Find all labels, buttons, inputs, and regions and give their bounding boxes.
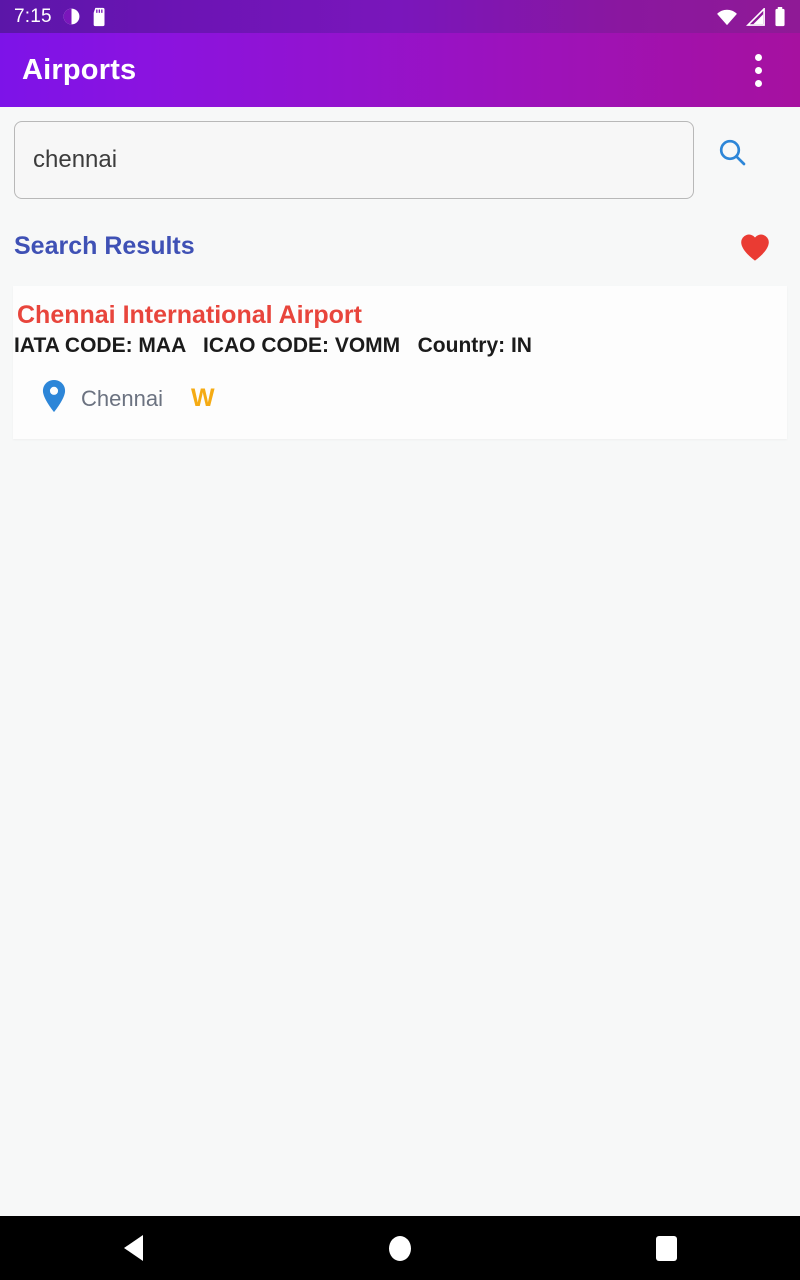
sd-card-icon <box>93 7 105 26</box>
airport-city: Chennai <box>81 385 163 411</box>
airport-result-card[interactable]: Chennai International Airport IATA CODE:… <box>13 286 787 439</box>
status-bar-clock: 7:15 <box>14 5 52 27</box>
home-circle-icon <box>388 1235 411 1261</box>
airport-codes: IATA CODE: MAA ICAO CODE: VOMM Country: … <box>14 334 532 357</box>
results-header: Search Results <box>0 222 800 270</box>
cellular-signal-icon <box>746 7 765 26</box>
search-icon <box>719 139 746 166</box>
page-title: Airports <box>22 53 137 86</box>
status-bar-right <box>716 6 786 27</box>
location-pin-icon[interactable] <box>41 380 67 417</box>
search-results-list: Chennai International Airport IATA CODE:… <box>0 286 800 439</box>
recents-square-icon <box>656 1235 678 1261</box>
search-input[interactable] <box>14 121 694 199</box>
results-title: Search Results <box>14 231 195 260</box>
back-triangle-icon <box>123 1235 143 1261</box>
battery-icon <box>775 6 785 26</box>
android-navigation-bar <box>0 1216 800 1280</box>
wifi-icon <box>717 9 737 25</box>
overflow-dot <box>754 66 762 74</box>
overflow-menu-button[interactable] <box>738 45 778 95</box>
status-bar: 7:15 <box>0 0 800 33</box>
screen-record-icon <box>63 8 80 25</box>
status-bar-left: 7:15 <box>14 6 108 28</box>
wikipedia-link[interactable]: W <box>177 384 215 413</box>
airport-name: Chennai International Airport <box>17 301 362 329</box>
overflow-dot <box>754 79 762 87</box>
search-button[interactable] <box>694 121 770 199</box>
search-bar <box>0 121 800 199</box>
airport-card-footer: Chennai W <box>13 358 787 417</box>
app-bar: Airports <box>0 33 800 107</box>
overflow-dot <box>754 53 762 61</box>
app-screen: 7:15 Airports chennai Search Results Che… <box>0 0 800 1280</box>
favorites-button[interactable] <box>732 224 786 268</box>
nav-home-button[interactable] <box>340 1216 460 1280</box>
nav-recents-button[interactable] <box>607 1216 727 1280</box>
nav-back-button[interactable] <box>73 1216 193 1280</box>
heart-icon <box>741 234 769 261</box>
